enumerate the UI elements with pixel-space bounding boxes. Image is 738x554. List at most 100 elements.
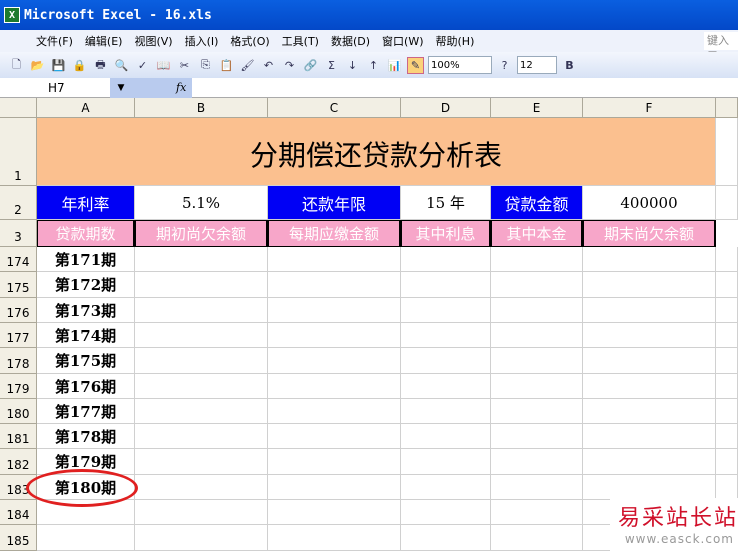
cell[interactable]	[268, 298, 401, 323]
cell[interactable]	[491, 424, 583, 449]
row-header[interactable]: 177	[0, 323, 37, 348]
column-header-B[interactable]: B	[135, 98, 268, 118]
menu-item[interactable]: 文件(F)	[36, 33, 73, 49]
cell[interactable]	[716, 298, 738, 323]
cell[interactable]	[716, 424, 738, 449]
cell[interactable]	[268, 424, 401, 449]
cell[interactable]	[583, 374, 716, 399]
cell[interactable]	[583, 449, 716, 475]
column-header-G[interactable]	[716, 98, 738, 118]
cell[interactable]	[401, 475, 491, 500]
cell[interactable]	[716, 374, 738, 399]
autosum-icon[interactable]: Σ	[323, 57, 340, 74]
research-icon[interactable]: 📖	[155, 57, 172, 74]
period-cell[interactable]	[37, 525, 135, 551]
cell[interactable]	[135, 323, 268, 348]
cell[interactable]	[401, 449, 491, 475]
cell[interactable]	[401, 374, 491, 399]
period-cell[interactable]: 第176期	[37, 374, 135, 399]
cell[interactable]	[491, 348, 583, 374]
cell[interactable]	[491, 298, 583, 323]
cell[interactable]	[401, 348, 491, 374]
row-header-1[interactable]: 1	[0, 118, 37, 186]
row-header[interactable]: 178	[0, 348, 37, 374]
cell[interactable]	[268, 500, 401, 525]
period-cell[interactable]: 第174期	[37, 323, 135, 348]
zoom-select[interactable]: 100%	[428, 56, 492, 74]
cell[interactable]	[401, 323, 491, 348]
cell[interactable]	[583, 424, 716, 449]
cell[interactable]	[491, 449, 583, 475]
cell[interactable]	[491, 525, 583, 551]
amount-label[interactable]: 贷款金额	[491, 186, 583, 220]
cell[interactable]	[583, 399, 716, 424]
row-header[interactable]: 182	[0, 449, 37, 475]
copy-icon[interactable]: ⎘	[197, 57, 214, 74]
save-icon[interactable]: 💾	[50, 57, 67, 74]
hyperlink-icon[interactable]: 🔗	[302, 57, 319, 74]
drawing-icon[interactable]: ✎	[407, 56, 424, 74]
cell[interactable]	[583, 272, 716, 298]
row-header[interactable]: 175	[0, 272, 37, 298]
cell[interactable]	[268, 525, 401, 551]
column-label[interactable]: 期初尚欠余额	[135, 220, 268, 247]
paste-icon[interactable]: 📋	[218, 57, 235, 74]
cell[interactable]	[401, 272, 491, 298]
row-header[interactable]: 176	[0, 298, 37, 323]
cell[interactable]	[491, 475, 583, 500]
amount-value[interactable]: 400000	[583, 186, 716, 220]
cell[interactable]	[401, 525, 491, 551]
cell[interactable]	[716, 449, 738, 475]
open-icon[interactable]: 📂	[29, 57, 46, 74]
cell[interactable]	[135, 525, 268, 551]
row-header-2[interactable]: 2	[0, 186, 37, 220]
fx-icon[interactable]: fx	[132, 78, 192, 98]
column-label[interactable]: 贷款期数	[37, 220, 135, 247]
period-cell[interactable]: 第171期	[37, 247, 135, 272]
rate-label[interactable]: 年利率	[37, 186, 135, 220]
cell[interactable]	[583, 323, 716, 348]
cell[interactable]	[491, 323, 583, 348]
menu-item[interactable]: 格式(O)	[230, 33, 269, 49]
cell[interactable]	[583, 298, 716, 323]
font-size-select[interactable]: 12	[517, 56, 557, 74]
period-cell[interactable]: 第173期	[37, 298, 135, 323]
menu-item[interactable]: 编辑(E)	[85, 33, 123, 49]
cell[interactable]	[135, 348, 268, 374]
cell[interactable]	[135, 298, 268, 323]
cell[interactable]	[135, 247, 268, 272]
cell[interactable]	[268, 449, 401, 475]
column-label[interactable]: 每期应缴金额	[268, 220, 401, 247]
cell[interactable]	[716, 475, 738, 500]
row-header[interactable]: 184	[0, 500, 37, 525]
row-header[interactable]: 174	[0, 247, 37, 272]
row-header[interactable]: 179	[0, 374, 37, 399]
cell[interactable]	[716, 323, 738, 348]
sort-asc-icon[interactable]: ↓	[344, 57, 361, 74]
column-header-F[interactable]: F	[583, 98, 716, 118]
cell[interactable]	[135, 374, 268, 399]
cell[interactable]	[135, 272, 268, 298]
cell[interactable]	[401, 298, 491, 323]
cell[interactable]	[268, 399, 401, 424]
column-label[interactable]: 其中利息	[401, 220, 491, 247]
menu-item[interactable]: 工具(T)	[282, 33, 319, 49]
column-header-C[interactable]: C	[268, 98, 401, 118]
spelling-icon[interactable]: ✓	[134, 57, 151, 74]
print-preview-icon[interactable]: 🔍	[113, 57, 130, 74]
chart-icon[interactable]: 📊	[386, 57, 403, 74]
column-label[interactable]: 期末尚欠余额	[583, 220, 716, 247]
cell[interactable]	[716, 348, 738, 374]
print-icon[interactable]: 🖶	[92, 57, 109, 74]
row-header[interactable]: 180	[0, 399, 37, 424]
column-header-D[interactable]: D	[401, 98, 491, 118]
cell[interactable]	[135, 500, 268, 525]
bold-button[interactable]: B	[561, 57, 578, 74]
cell[interactable]	[716, 186, 738, 220]
cell[interactable]	[491, 247, 583, 272]
cell[interactable]	[135, 399, 268, 424]
cell[interactable]	[491, 399, 583, 424]
menu-item[interactable]: 窗口(W)	[382, 33, 423, 49]
name-box[interactable]: H7	[0, 78, 110, 98]
period-cell[interactable]: 第172期	[37, 272, 135, 298]
